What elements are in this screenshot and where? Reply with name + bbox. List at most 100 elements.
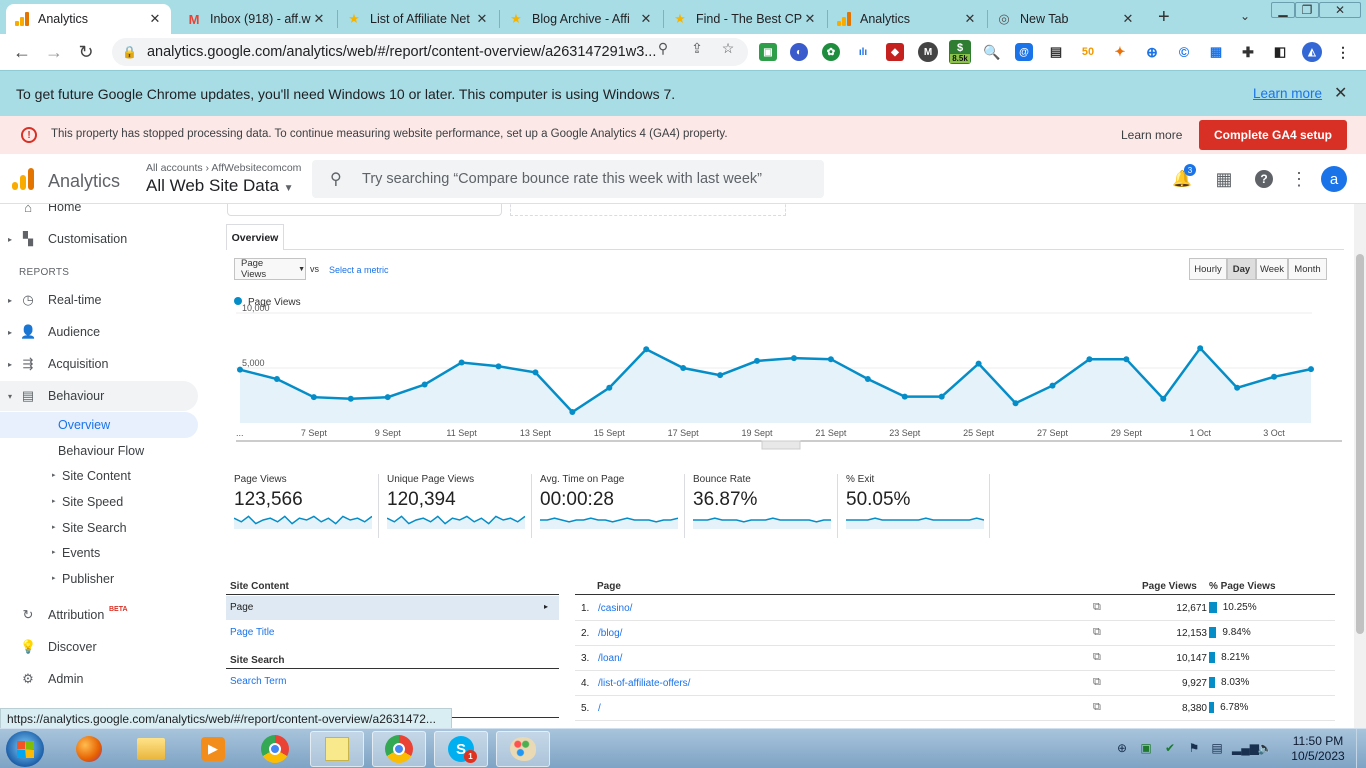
google-analytics-logo-icon[interactable]	[12, 168, 34, 190]
network-signal-icon[interactable]: ▂▄▆	[1232, 741, 1259, 757]
scorecard[interactable]: Avg. Time on Page 00:00:28	[540, 474, 690, 540]
granularity-day-button[interactable]: Day	[1227, 258, 1256, 280]
granularity-week-button[interactable]: Week	[1256, 258, 1288, 280]
bookmark-star-icon[interactable]: ☆	[719, 40, 737, 56]
add-segment-box[interactable]	[510, 204, 786, 216]
start-button-windows-icon[interactable]	[6, 731, 44, 767]
tray-check-icon[interactable]: ✔	[1162, 741, 1178, 757]
table-row[interactable]: 5. / ⧉ 8,380 6.78%	[575, 696, 1335, 721]
close-window-icon[interactable]: ✕	[1319, 2, 1361, 18]
close-icon[interactable]: ✕	[1334, 83, 1347, 103]
close-icon[interactable]: ✕	[962, 11, 978, 27]
scorecard[interactable]: Unique Page Views 120,394	[387, 474, 537, 540]
skype-taskbar-icon[interactable]: S1	[434, 731, 488, 767]
sidebar-item-home[interactable]: ⌂ Home	[0, 204, 198, 222]
extension-icon-c2[interactable]: ©	[1175, 43, 1193, 61]
side-panel-icon[interactable]: ◧	[1271, 43, 1289, 61]
minimize-icon[interactable]: ▁	[1271, 2, 1295, 18]
media-player-taskbar-icon[interactable]: ▶	[186, 731, 240, 767]
extension-icon-4[interactable]: ılı	[854, 43, 872, 61]
more-vert-icon[interactable]: ⋮	[1334, 43, 1352, 61]
ga4-learn-more-button[interactable]: Learn more	[1121, 128, 1182, 142]
open-page-icon[interactable]: ⧉	[1093, 651, 1101, 664]
sidebar-item-audience[interactable]: ▸ 👤 Audience	[0, 317, 198, 347]
close-icon[interactable]: ✕	[1120, 11, 1136, 27]
more-vert-icon[interactable]: ⋮	[1288, 168, 1310, 190]
tray-extension-icon[interactable]: ⊕	[1114, 741, 1130, 757]
close-icon[interactable]: ✕	[474, 11, 490, 27]
tab-affiliate-list[interactable]: ★ List of Affiliate Net ✕	[338, 4, 498, 34]
magnifier-extension-icon[interactable]: 🔍	[983, 43, 1001, 61]
complete-ga4-setup-button[interactable]: Complete GA4 setup	[1199, 120, 1347, 150]
avatar[interactable]: a	[1321, 166, 1347, 192]
tab-new-tab[interactable]: ◎ New Tab ✕	[988, 4, 1144, 34]
chart-resize-handle[interactable]	[761, 440, 801, 450]
row-page-link[interactable]: /casino/	[598, 603, 632, 614]
notifications-bell-icon[interactable]: 🔔 3	[1171, 164, 1196, 190]
volume-muted-icon[interactable]: 🔈	[1257, 741, 1273, 757]
tab-analytics-2[interactable]: Analytics ✕	[828, 4, 986, 34]
tab-find-best[interactable]: ★ Find - The Best CP ✕	[664, 4, 826, 34]
scorecard[interactable]: Bounce Rate 36.87%	[693, 474, 843, 540]
scorecard[interactable]: % Exit 50.05%	[846, 474, 996, 540]
extension-icon-at[interactable]: @	[1015, 43, 1033, 61]
action-center-flag-icon[interactable]: ⚑	[1186, 741, 1202, 757]
firefox-taskbar-icon[interactable]	[62, 731, 116, 767]
sidebar-item-site-speed[interactable]: ▸ Site Speed	[52, 495, 123, 509]
property-selector[interactable]: All Web Site Data ▼	[146, 176, 294, 196]
extension-icon-sheet[interactable]: ▦	[1207, 43, 1225, 61]
sidebar-item-admin[interactable]: ⚙ Admin	[0, 664, 198, 694]
metric-dropdown[interactable]: Page Views ▼	[234, 258, 306, 280]
extension-icon-fox[interactable]: ✦	[1111, 43, 1129, 61]
scorecard[interactable]: Page Views 123,566	[234, 474, 384, 540]
sidebar-item-realtime[interactable]: ▸ ◷ Real-time	[0, 285, 198, 315]
sidebar-item-site-content[interactable]: ▸ Site Content	[52, 469, 131, 483]
left-row-page[interactable]: Page ▸	[226, 596, 559, 620]
tab-search-chevron-icon[interactable]: ⌄	[1240, 9, 1250, 23]
extension-icon-1[interactable]: ▣	[759, 43, 777, 61]
tab-analytics-active[interactable]: Analytics ✕	[6, 4, 171, 34]
extension-badge-icon[interactable]: $8.5k	[949, 40, 971, 64]
extension-icon-2[interactable]: ◐	[790, 43, 808, 61]
table-row[interactable]: 2. /blog/ ⧉ 12,153 9.84%	[575, 621, 1335, 646]
sidebar-item-behaviour[interactable]: ▾ ▤ Behaviour	[0, 381, 198, 411]
file-explorer-taskbar-icon[interactable]	[124, 731, 178, 767]
row-page-link[interactable]: /loan/	[598, 653, 622, 664]
sidebar-item-customisation[interactable]: ▸ ▚ Customisation	[0, 224, 198, 254]
sidebar-item-overview[interactable]: Overview	[0, 412, 198, 438]
row-page-link[interactable]: /blog/	[598, 628, 622, 639]
extensions-puzzle-icon[interactable]: ✚	[1239, 43, 1257, 61]
extension-icon-ruler[interactable]: ▤	[1047, 43, 1065, 61]
chrome-taskbar-icon[interactable]	[248, 731, 302, 767]
show-desktop-button[interactable]	[1356, 729, 1366, 768]
close-icon[interactable]: ✕	[802, 11, 818, 27]
page-scrollbar[interactable]	[1354, 204, 1366, 728]
extension-icon-c1[interactable]: ⊕	[1143, 43, 1161, 61]
taskbar-clock[interactable]: 11:50 PM 10/5/2023	[1286, 734, 1350, 764]
extension-icon-3[interactable]: ✿	[822, 43, 840, 61]
open-page-icon[interactable]: ⧉	[1093, 676, 1101, 689]
open-page-icon[interactable]: ⧉	[1093, 601, 1101, 614]
extension-icon-5[interactable]: ◆	[886, 43, 904, 61]
address-bar[interactable]: 🔒 analytics.google.com/analytics/web/#/r…	[112, 38, 748, 66]
left-row-page-title[interactable]: Page Title	[230, 627, 274, 638]
granularity-hourly-button[interactable]: Hourly	[1189, 258, 1227, 280]
close-icon[interactable]: ✕	[147, 11, 163, 27]
search-icon[interactable]: ⚲	[654, 40, 672, 56]
sidebar-item-behaviour-flow[interactable]: Behaviour Flow	[58, 444, 144, 458]
search-box[interactable]: ⚲ Try searching “Compare bounce rate thi…	[312, 160, 824, 198]
tab-gmail[interactable]: M Inbox (918) - aff.w ✕	[178, 4, 335, 34]
close-icon[interactable]: ✕	[638, 11, 654, 27]
row-page-link[interactable]: /list-of-affiliate-offers/	[598, 678, 690, 689]
open-page-icon[interactable]: ⧉	[1093, 701, 1101, 714]
infobar-learn-more-link[interactable]: Learn more	[1253, 86, 1322, 101]
device-icon[interactable]: ▤	[1209, 741, 1225, 757]
sidebar-item-publisher[interactable]: ▸ Publisher	[52, 572, 114, 586]
sticky-notes-taskbar-icon[interactable]	[310, 731, 364, 767]
table-row[interactable]: 1. /casino/ ⧉ 12,671 10.25%	[575, 596, 1335, 621]
granularity-month-button[interactable]: Month	[1288, 258, 1327, 280]
profile-avatar-icon[interactable]: ◭	[1302, 42, 1322, 62]
extension-icon-m[interactable]: M	[918, 42, 938, 62]
scrollbar-thumb[interactable]	[1356, 254, 1364, 634]
account-breadcrumb[interactable]: All accounts › AffWebsitecomcom	[146, 162, 301, 174]
